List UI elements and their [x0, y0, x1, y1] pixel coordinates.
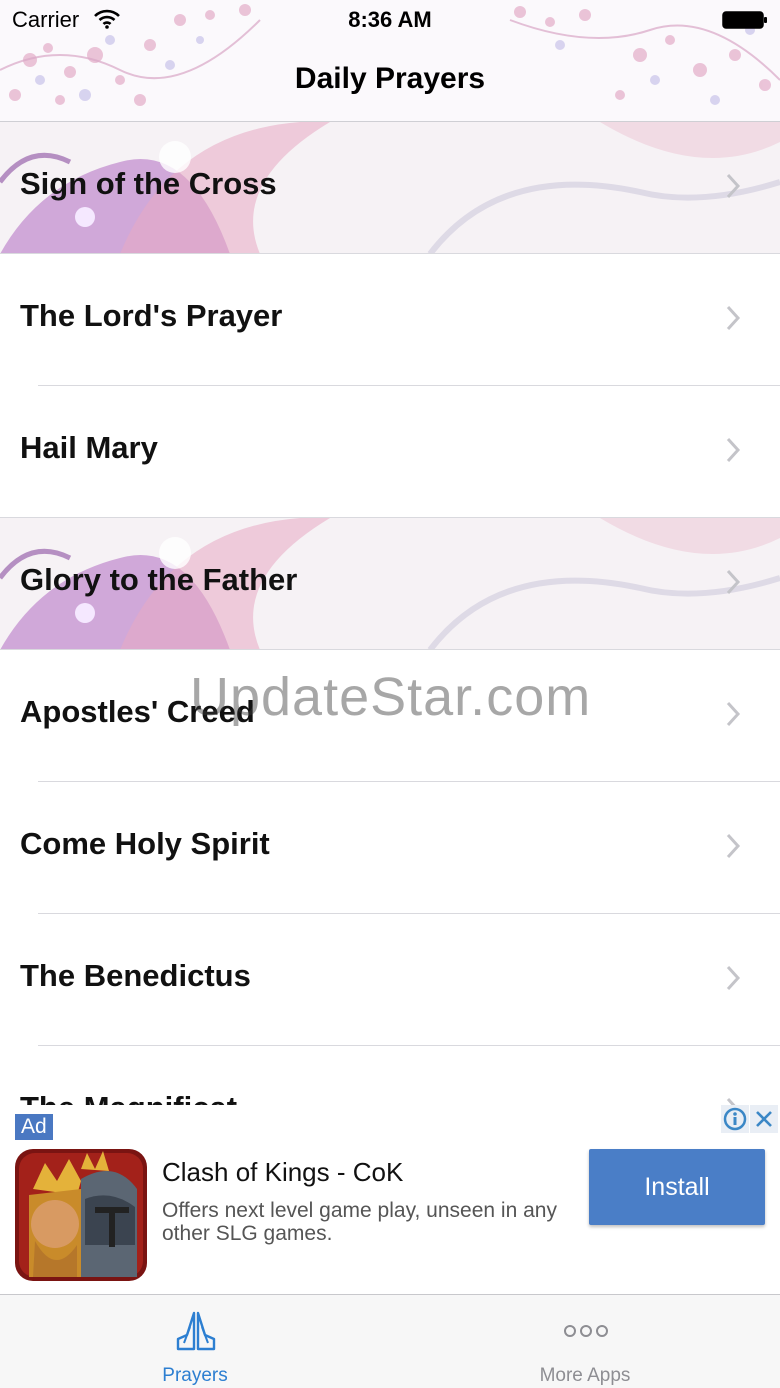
- app-icon-clash-of-kings[interactable]: [15, 1149, 147, 1281]
- chevron-right-icon: [726, 173, 741, 199]
- page-title: Daily Prayers: [294, 62, 486, 95]
- ad-info-icon[interactable]: [721, 1105, 749, 1133]
- prayer-row-label: The Lord's Prayer: [20, 298, 283, 333]
- chevron-right-icon: [726, 965, 741, 991]
- ad-badge: Ad: [15, 1114, 53, 1140]
- praying-hands-icon: [176, 1311, 216, 1351]
- ad-close-icon[interactable]: [750, 1105, 778, 1133]
- prayer-row-apostles-creed[interactable]: Apostles' Creed: [0, 650, 780, 782]
- navigation-bar: Carrier 8:36 AM Daily Prayers: [0, 0, 780, 122]
- prayer-row-magnificat[interactable]: The Magnificat: [0, 1046, 780, 1105]
- prayer-row-come-holy-spirit[interactable]: Come Holy Spirit: [0, 782, 780, 914]
- prayer-row-label: Hail Mary: [20, 430, 158, 465]
- prayer-row-label: Apostles' Creed: [20, 694, 255, 729]
- prayer-row-lords-prayer[interactable]: The Lord's Prayer: [0, 254, 780, 386]
- chevron-right-icon: [726, 1097, 736, 1105]
- prayer-list: Sign of the Cross The Lord's Prayer Hail…: [0, 122, 780, 1105]
- chevron-right-icon: [726, 305, 741, 331]
- install-button[interactable]: Install: [589, 1149, 765, 1225]
- prayer-row-label: Come Holy Spirit: [20, 826, 270, 861]
- tab-prayers[interactable]: Prayers: [0, 1295, 390, 1388]
- ad-banner[interactable]: Ad Clash of Kings - CoK Offers next leve…: [0, 1105, 780, 1295]
- prayer-row-hail-mary[interactable]: Hail Mary: [0, 386, 780, 518]
- tab-more-apps[interactable]: More Apps: [390, 1295, 780, 1388]
- tab-bar: Prayers More Apps: [0, 1294, 780, 1388]
- prayer-row-sign-of-the-cross[interactable]: Sign of the Cross: [0, 122, 780, 254]
- chevron-right-icon: [726, 569, 741, 595]
- battery-icon: [722, 11, 767, 29]
- tab-label: More Apps: [539, 1365, 631, 1386]
- ad-title[interactable]: Clash of Kings - CoK: [162, 1157, 403, 1188]
- prayer-row-label: Glory to the Father: [20, 562, 298, 597]
- prayer-row-label: The Magnificat: [20, 1090, 237, 1105]
- more-dots-icon: [564, 1325, 608, 1337]
- status-bar: Carrier 8:36 AM: [0, 0, 780, 40]
- chevron-right-icon: [726, 437, 741, 463]
- chevron-right-icon: [726, 833, 741, 859]
- status-time: 8:36 AM: [348, 7, 432, 32]
- prayer-row-label: Sign of the Cross: [20, 166, 277, 201]
- chevron-right-icon: [726, 701, 741, 727]
- prayer-row-glory-to-the-father[interactable]: Glory to the Father: [0, 518, 780, 650]
- prayer-row-benedictus[interactable]: The Benedictus: [0, 914, 780, 1046]
- ad-description: Offers next level game play, unseen in a…: [162, 1199, 557, 1245]
- prayer-row-label: The Benedictus: [20, 958, 251, 993]
- tab-label: Prayers: [162, 1365, 228, 1386]
